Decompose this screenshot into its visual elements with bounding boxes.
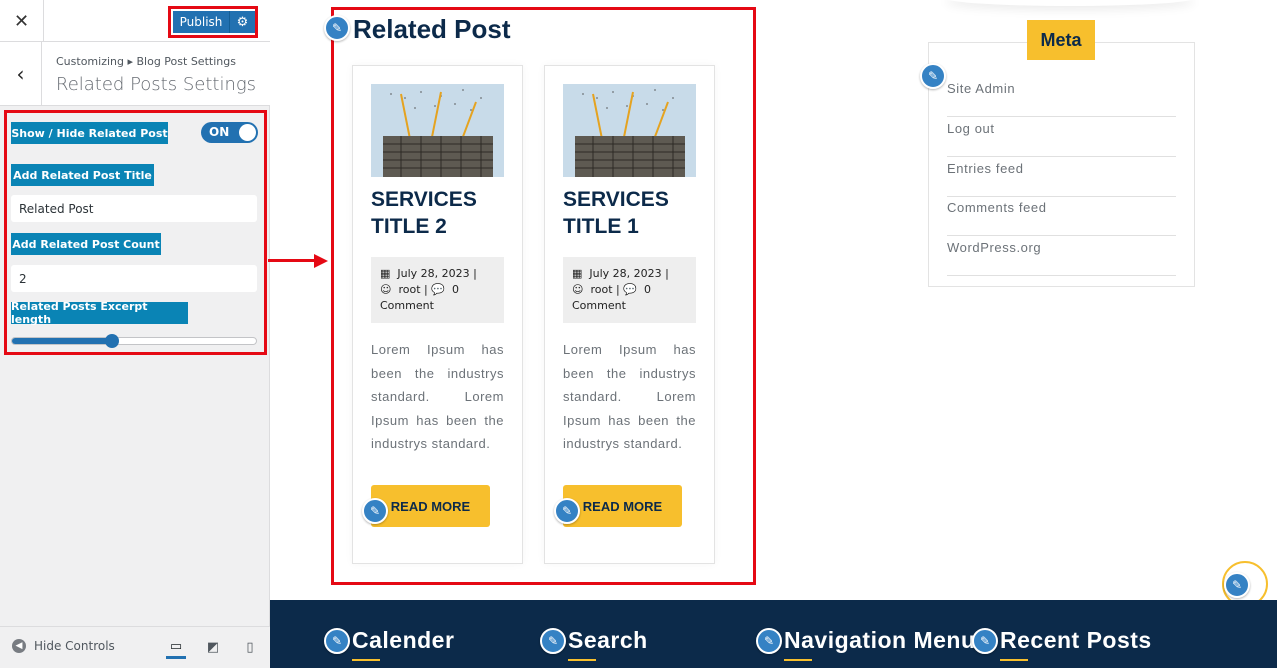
breadcrumb: Customizing ▸ Blog Post Settings [56, 55, 236, 68]
tablet-icon[interactable]: ◩ [203, 637, 223, 657]
edit-pencil-icon[interactable]: ✎ [540, 628, 566, 654]
footer-title-underline [784, 659, 812, 661]
post-author[interactable]: root [590, 283, 612, 296]
related-post-heading: Related Post [353, 14, 511, 44]
read-more-button[interactable]: READ MORE [563, 485, 682, 527]
section-header: ‹ Customizing ▸ Blog Post Settings Relat… [0, 42, 270, 106]
read-more-button[interactable]: READ MORE [371, 485, 490, 527]
meta-link-entries-feed[interactable]: Entries feed [947, 157, 1176, 197]
publish-settings-gear-icon[interactable]: ⚙ [229, 11, 255, 33]
meta-link-wordpress-org[interactable]: WordPress.org [947, 236, 1176, 276]
collapse-arrow-icon: ◀ [12, 639, 26, 653]
back-button[interactable]: ‹ [0, 42, 42, 106]
related-post-toggle[interactable]: ON [201, 122, 258, 143]
publish-button[interactable]: Publish [173, 11, 229, 33]
comments-icon: 💬 [431, 283, 445, 296]
edit-pencil-icon[interactable]: ✎ [920, 63, 946, 89]
hide-controls-button[interactable]: ◀ Hide Controls [12, 639, 115, 653]
card-title-line: SERVICES [371, 188, 477, 211]
related-title-input[interactable]: Related Post [11, 195, 257, 222]
edit-pencil-icon[interactable]: ✎ [324, 628, 350, 654]
meta-link-comments-feed[interactable]: Comments feed [947, 196, 1176, 236]
annotation-arrow [268, 259, 318, 262]
excerpt-length-label: Related Posts Excerpt length [11, 300, 188, 326]
section-title: Related Posts Settings [56, 74, 257, 95]
comment-word: Comment [572, 299, 626, 312]
show-hide-related-label: Show / Hide Related Post [11, 122, 168, 144]
user-icon: ☺ [380, 283, 392, 296]
footer-title-underline [352, 659, 380, 661]
user-icon: ☺ [572, 283, 584, 296]
edit-pencil-icon[interactable]: ✎ [756, 628, 782, 654]
excerpt-length-slider[interactable] [11, 334, 257, 348]
calendar-icon: ▦ [380, 267, 391, 280]
publish-highlight: Publish ⚙ [168, 6, 258, 38]
post-date[interactable]: July 28, 2023 [589, 267, 661, 280]
construction-image [563, 84, 696, 177]
footer-widget-title-search: Search [568, 627, 648, 653]
construction-image [371, 84, 504, 177]
annotation-arrow-head [314, 254, 328, 268]
footer-title-underline [568, 659, 596, 661]
comments-icon: 💬 [623, 283, 637, 296]
hide-controls-label: Hide Controls [34, 639, 115, 653]
related-count-label: Add Related Post Count [11, 233, 161, 255]
card-title[interactable]: SERVICES TITLE 1 [563, 186, 703, 240]
card-meta: ▦ July 28, 2023 | ☺ root | 💬 0 Comment [563, 257, 696, 323]
footer-widget-title-recent-posts: Recent Posts [1000, 627, 1152, 653]
comment-count[interactable]: 0 [452, 283, 459, 296]
card-title[interactable]: SERVICES TITLE 2 [371, 186, 511, 240]
related-count-input[interactable]: 2 [11, 265, 257, 292]
calendar-icon: ▦ [572, 267, 583, 280]
card-excerpt: Lorem Ipsum has been the industrys stand… [563, 342, 696, 451]
edit-pencil-icon[interactable]: ✎ [1224, 572, 1250, 598]
comment-count[interactable]: 0 [644, 283, 651, 296]
customizer-sidebar: ✕ Publish ⚙ ‹ Customizing ▸ Blog Post Se… [0, 0, 270, 668]
card-title-line: TITLE 1 [563, 215, 639, 238]
post-date[interactable]: July 28, 2023 [397, 267, 469, 280]
related-post-card: SERVICES TITLE 1 ▦ July 28, 2023 | ☺ roo… [544, 65, 715, 564]
edit-pencil-icon[interactable]: ✎ [972, 628, 998, 654]
footer-title-underline [1000, 659, 1028, 661]
slider-fill [12, 338, 113, 344]
toggle-knob [239, 124, 256, 141]
card-meta: ▦ July 28, 2023 | ☺ root | 💬 0 Comment [371, 257, 504, 323]
meta-link-site-admin[interactable]: Site Admin [947, 77, 1176, 117]
card-excerpt: Lorem Ipsum has been the industrys stand… [371, 342, 504, 451]
toggle-state-text: ON [209, 125, 230, 139]
post-author[interactable]: root [398, 283, 420, 296]
footer-widget-title-navigation-menu: Navigation Menu [784, 627, 976, 653]
close-customizer-button[interactable]: ✕ [0, 0, 44, 42]
footer-widget-title-calender: Calender [352, 627, 455, 653]
desktop-icon[interactable]: ▭ [166, 637, 186, 659]
meta-widget-title: Meta [1027, 20, 1095, 60]
edit-pencil-icon[interactable]: ✎ [554, 498, 580, 524]
card-title-line: TITLE 2 [371, 215, 447, 238]
meta-link-log-out[interactable]: Log out [947, 117, 1176, 157]
related-title-label: Add Related Post Title [11, 164, 154, 186]
widget-shadow [945, 0, 1195, 6]
related-post-card: SERVICES TITLE 2 ▦ July 28, 2023 | ☺ roo… [352, 65, 523, 564]
mobile-icon[interactable]: ▯ [240, 637, 260, 657]
card-title-line: SERVICES [563, 188, 669, 211]
edit-pencil-icon[interactable]: ✎ [362, 498, 388, 524]
slider-thumb[interactable] [105, 334, 120, 348]
edit-pencil-icon[interactable]: ✎ [324, 15, 350, 41]
customizer-footer: ◀ Hide Controls ▭ ◩ ▯ [0, 626, 270, 668]
customizer-header: ✕ Publish ⚙ [0, 0, 270, 42]
comment-word: Comment [380, 299, 434, 312]
